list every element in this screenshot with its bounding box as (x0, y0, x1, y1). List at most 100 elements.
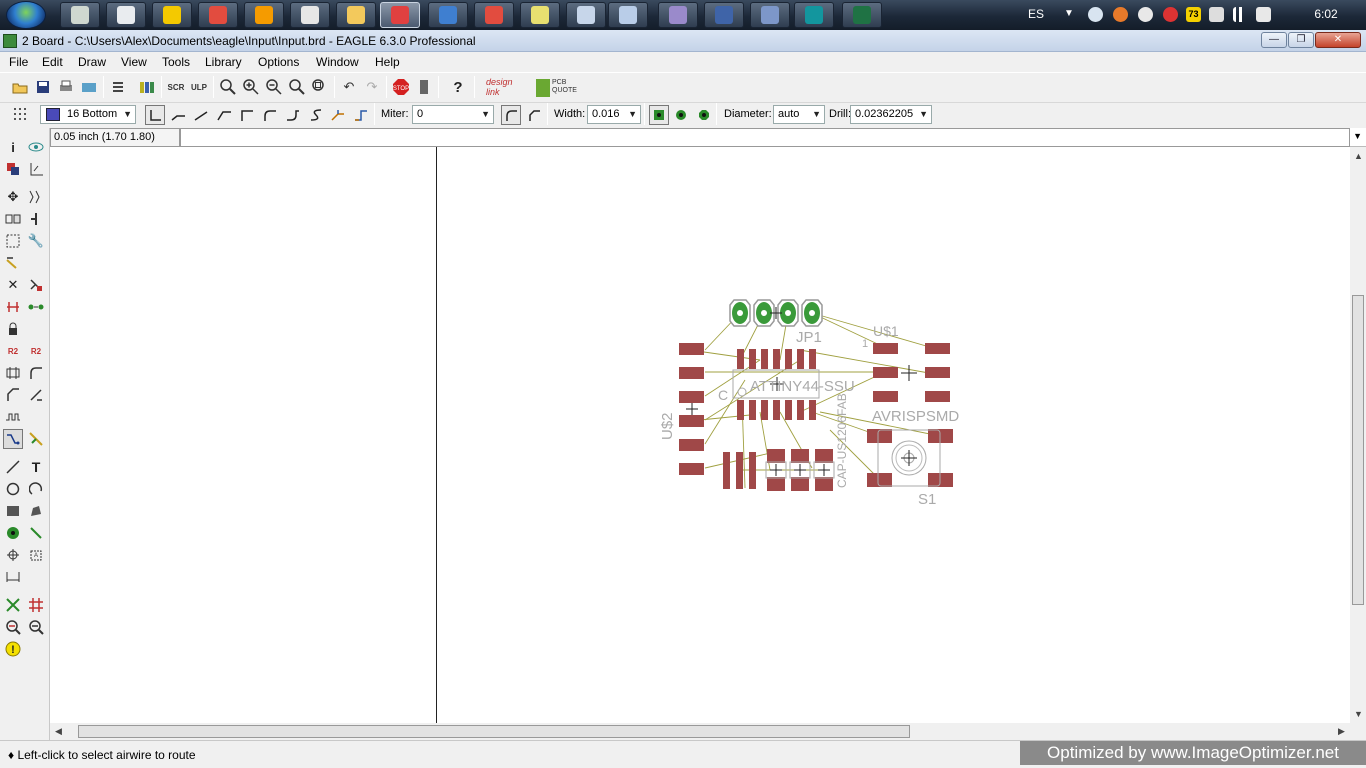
display-layers-icon[interactable] (3, 159, 23, 179)
taskbar-app-app-8[interactable] (380, 2, 420, 28)
errors-icon[interactable]: ! (3, 639, 23, 659)
via-octagon-icon[interactable] (694, 105, 714, 125)
name-icon[interactable]: R2 (26, 341, 46, 361)
zoom-redraw-icon[interactable] (287, 77, 307, 97)
miter-tool-icon[interactable] (26, 385, 46, 405)
wire-bend-8-icon[interactable] (328, 105, 348, 125)
menu-edit[interactable]: Edit (42, 55, 63, 69)
mirror-icon[interactable] (3, 209, 23, 229)
drill-select[interactable]: 0.02362205 ▼ (850, 105, 932, 124)
open-icon[interactable] (10, 77, 30, 97)
menu-view[interactable]: View (121, 55, 147, 69)
taskbar-app-excel[interactable] (842, 2, 882, 28)
ripup-icon[interactable] (26, 429, 46, 449)
polygon-icon[interactable] (26, 501, 46, 521)
cloud-icon[interactable] (1138, 7, 1153, 22)
via-icon[interactable] (3, 523, 23, 543)
scroll-left-icon[interactable]: ◀ (55, 726, 62, 737)
attribute-icon[interactable]: A (26, 545, 46, 565)
taskbar-app-app-6[interactable] (290, 2, 330, 28)
text-icon[interactable]: T (26, 457, 46, 477)
zoom-in-icon[interactable] (241, 77, 261, 97)
grid-icon[interactable] (10, 104, 30, 124)
route-icon[interactable] (3, 429, 23, 449)
redo-icon[interactable]: ↷ (362, 77, 382, 97)
vertical-scrollbar[interactable]: ▲ ▼ (1350, 147, 1366, 723)
stop-icon[interactable]: STOP (391, 77, 411, 97)
eagle-app-icon[interactable] (3, 34, 17, 48)
device-icon[interactable] (1209, 7, 1224, 22)
move-icon[interactable]: ✥ (3, 187, 23, 207)
show-icon[interactable] (26, 137, 46, 157)
ulp-icon[interactable]: ULP (189, 77, 209, 97)
help-icon[interactable]: ? (448, 77, 468, 97)
miter-select[interactable]: 0 ▼ (412, 105, 494, 124)
menu-draw[interactable]: Draw (78, 55, 106, 69)
replace-icon[interactable] (3, 297, 23, 317)
optimize-icon[interactable] (3, 385, 23, 405)
taskbar-app-app-14[interactable] (658, 2, 698, 28)
minimize-button[interactable]: — (1261, 32, 1287, 48)
badge-icon[interactable]: 73 (1186, 7, 1201, 22)
tray-expand-icon[interactable]: ▼ (1064, 8, 1074, 19)
taskbar-app-arduino[interactable] (794, 2, 834, 28)
close-button[interactable]: ✕ (1315, 32, 1361, 48)
go-icon[interactable] (414, 77, 434, 97)
wire-bend-5-icon[interactable] (260, 105, 280, 125)
copy-icon[interactable] (26, 187, 46, 207)
zoom-out-icon[interactable] (264, 77, 284, 97)
drc-icon[interactable] (26, 617, 46, 637)
layer-select[interactable]: 16 Bottom ▼ (40, 105, 136, 124)
clock[interactable]: 6:02 (1296, 7, 1356, 21)
menu-help[interactable]: Help (375, 55, 400, 69)
designlink-button[interactable]: design link (486, 77, 528, 99)
wire-bend-0-icon[interactable] (145, 105, 165, 125)
volume-icon[interactable] (1256, 7, 1271, 22)
vertical-scroll-thumb[interactable] (1352, 295, 1364, 605)
via-square-icon[interactable] (649, 105, 669, 125)
taskbar-app-media-player[interactable] (244, 2, 284, 28)
horizontal-scroll-thumb[interactable] (78, 725, 910, 738)
switch-schematic-icon[interactable] (108, 77, 128, 97)
menu-options[interactable]: Options (258, 55, 299, 69)
zoom-fit-icon[interactable] (218, 77, 238, 97)
lock-icon[interactable] (3, 319, 23, 339)
circle-icon[interactable] (3, 479, 23, 499)
wire-bend-9-icon[interactable] (351, 105, 371, 125)
taskbar-app-app-1[interactable] (60, 2, 100, 28)
undo-icon[interactable]: ↶ (339, 77, 359, 97)
wire-bend-2-icon[interactable] (191, 105, 211, 125)
zoom-select-icon[interactable] (310, 77, 330, 97)
wire-icon[interactable] (3, 457, 23, 477)
ratsnest-icon[interactable] (3, 595, 23, 615)
scroll-up-icon[interactable]: ▲ (1354, 151, 1363, 161)
taskbar-app-calculator[interactable] (106, 2, 146, 28)
taskbar-app-app-9[interactable] (428, 2, 468, 28)
miter-round-icon[interactable] (501, 105, 521, 125)
mail-icon[interactable] (1163, 7, 1178, 22)
taskbar-app-app-13[interactable] (608, 2, 648, 28)
smash-icon[interactable]: R2 (3, 341, 23, 361)
library-icon[interactable] (137, 77, 157, 97)
upload-icon[interactable] (1088, 7, 1103, 22)
script-icon[interactable]: SCR (166, 77, 186, 97)
taskbar-app-explorer[interactable] (336, 2, 376, 28)
group-icon[interactable] (3, 231, 23, 251)
value-icon[interactable] (26, 363, 46, 383)
maximize-button[interactable]: ❐ (1288, 32, 1314, 48)
erc-icon[interactable] (3, 617, 23, 637)
horizontal-scrollbar[interactable]: ◀ ▶ (50, 723, 1350, 740)
scroll-right-icon[interactable]: ▶ (1338, 726, 1345, 737)
arc-icon[interactable] (26, 479, 46, 499)
board-drawing[interactable]: JP1 U$1 1 ATTINY44-SSU C AVRISPSMD S1 U$… (50, 147, 1350, 723)
diameter-select[interactable]: auto ▼ (773, 105, 825, 124)
miter-straight-icon[interactable] (524, 105, 544, 125)
rotate-icon[interactable] (26, 209, 46, 229)
firefox-icon[interactable] (1113, 7, 1128, 22)
menu-library[interactable]: Library (205, 55, 242, 69)
taskbar-app-app-n[interactable] (152, 2, 192, 28)
paste-icon[interactable] (3, 253, 23, 273)
menu-window[interactable]: Window (316, 55, 359, 69)
wire-bend-7-icon[interactable] (306, 105, 326, 125)
scroll-down-icon[interactable]: ▼ (1354, 709, 1363, 719)
